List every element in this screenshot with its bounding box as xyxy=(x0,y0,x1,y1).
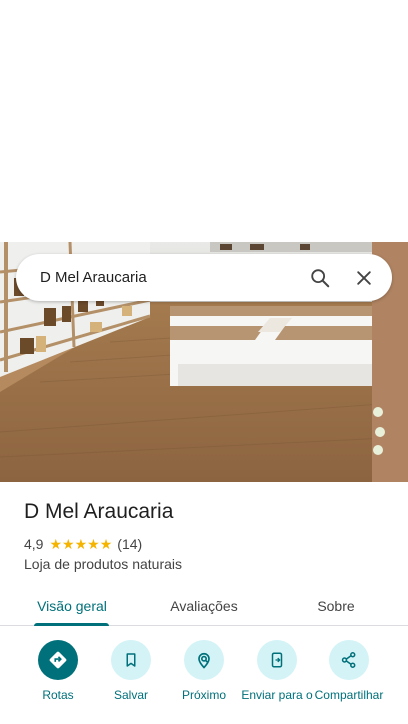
save-button[interactable]: Salvar xyxy=(91,640,171,702)
review-count: (14) xyxy=(117,536,143,552)
place-details-panel: D Mel Araucaria 4,9 ★ ★ ★ ★ ★ (14) Loja de p… xyxy=(0,482,408,724)
rating-row[interactable]: 4,9 ★ ★ ★ ★ ★ (14) xyxy=(24,536,142,552)
nearby-icon xyxy=(184,640,224,680)
nearby-button[interactable]: Próximo xyxy=(164,640,244,702)
star-icon: ★ xyxy=(49,536,63,552)
bookmark-icon xyxy=(111,640,151,680)
active-tab-indicator xyxy=(34,623,109,626)
search-icon[interactable] xyxy=(302,260,338,296)
directions-label: Rotas xyxy=(42,688,74,702)
rating-value: 4,9 xyxy=(24,536,44,552)
send-to-phone-label: Enviar para o xyxy=(241,688,313,702)
star-icon: ★ xyxy=(99,536,113,552)
action-buttons: Rotas Salvar Próximo Enviar para o Compa… xyxy=(0,640,408,724)
place-tabs: Visão geral Avaliações Sobre xyxy=(0,586,408,626)
send-to-phone-button[interactable]: Enviar para o xyxy=(237,640,317,702)
tab-overview[interactable]: Visão geral xyxy=(24,586,120,626)
search-bar[interactable]: D Mel Araucaria xyxy=(16,254,392,301)
star-icon: ★ xyxy=(87,536,100,552)
map-blank-area xyxy=(0,0,408,242)
save-label: Salvar xyxy=(113,688,148,702)
star-icon: ★ xyxy=(62,536,75,552)
directions-button[interactable]: Rotas xyxy=(18,640,98,702)
nearby-label: Próximo xyxy=(181,688,226,702)
share-icon xyxy=(329,640,369,680)
tab-reviews[interactable]: Avaliações xyxy=(156,586,252,626)
rating-stars: ★ ★ ★ ★ ★ xyxy=(49,537,112,551)
send-to-phone-icon xyxy=(257,640,297,680)
search-input[interactable]: D Mel Araucaria xyxy=(40,269,294,286)
close-icon[interactable] xyxy=(346,260,382,296)
place-title: D Mel Araucaria xyxy=(24,500,174,523)
share-label: Compartilhar xyxy=(314,688,384,702)
star-icon: ★ xyxy=(74,536,88,552)
directions-icon xyxy=(38,640,78,680)
tab-about[interactable]: Sobre xyxy=(288,586,384,626)
place-category: Loja de produtos naturais xyxy=(24,556,182,572)
share-button[interactable]: Compartilhar xyxy=(309,640,389,702)
